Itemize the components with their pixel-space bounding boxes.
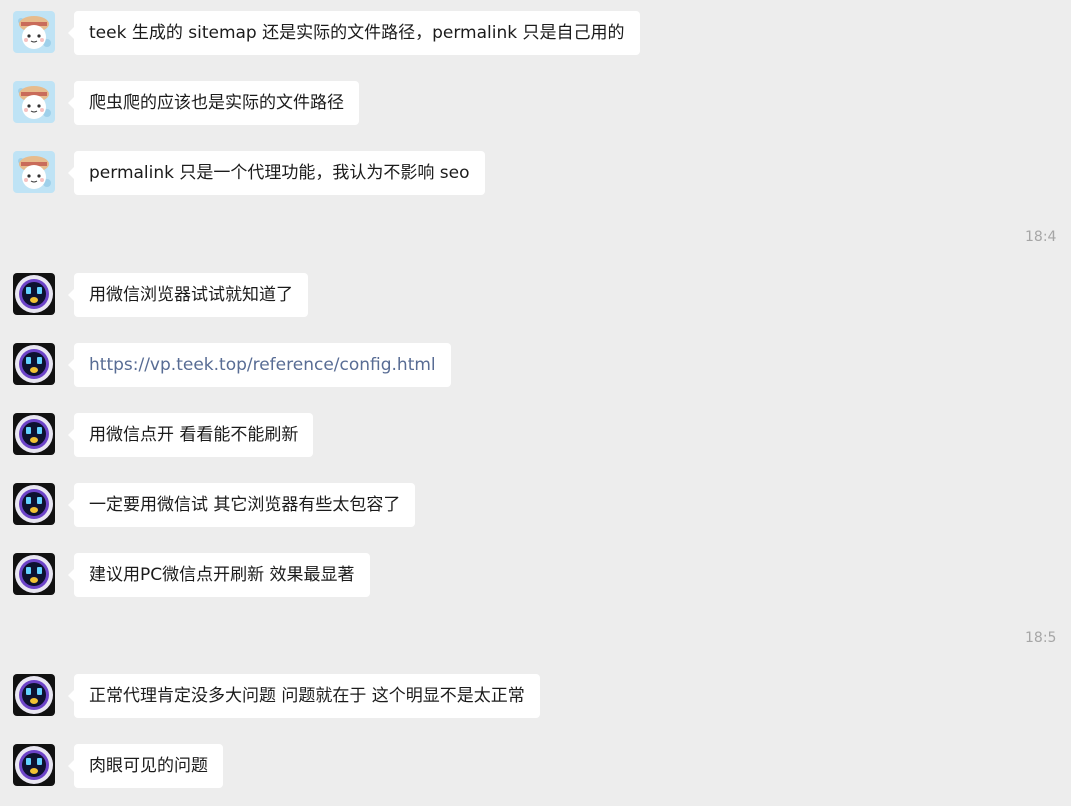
robot-avatar[interactable] xyxy=(13,273,55,315)
robot-avatar[interactable] xyxy=(13,413,55,455)
timestamp: 18:5 xyxy=(1025,630,1057,646)
robot-avatar[interactable] xyxy=(13,343,55,385)
cartoon-girl-avatar[interactable] xyxy=(13,151,55,193)
message-bubble[interactable]: 肉眼可见的问题 xyxy=(68,744,223,788)
robot-avatar[interactable] xyxy=(13,483,55,525)
robot-avatar[interactable] xyxy=(13,744,55,786)
message-bubble[interactable]: permalink 只是一个代理功能，我认为不影响 seo xyxy=(68,151,485,195)
message-bubble[interactable]: 正常代理肯定没多大问题 问题就在于 这个明显不是太正常 xyxy=(68,674,540,718)
chat-message-list[interactable]: teek 生成的 sitemap 还是实际的文件路径，permalink 只是自… xyxy=(0,0,1071,806)
message-bubble[interactable]: 用微信点开 看看能不能刷新 xyxy=(67,413,314,457)
message-bubble[interactable]: 一定要用微信试 其它浏览器有些太包容了 xyxy=(67,483,416,527)
message-link[interactable]: https://vp.teek.top/reference/config.htm… xyxy=(68,343,451,387)
cartoon-girl-avatar[interactable] xyxy=(13,81,55,123)
robot-avatar[interactable] xyxy=(13,674,55,716)
timestamp: 18:4 xyxy=(1025,229,1057,245)
robot-avatar[interactable] xyxy=(13,553,55,595)
message-bubble[interactable]: teek 生成的 sitemap 还是实际的文件路径，permalink 只是自… xyxy=(68,11,640,55)
message-bubble[interactable]: 用微信浏览器试试就知道了 xyxy=(68,273,308,317)
message-bubble[interactable]: 爬虫爬的应该也是实际的文件路径 xyxy=(68,81,359,125)
message-bubble[interactable]: 建议用PC微信点开刷新 效果最显著 xyxy=(68,553,370,597)
cartoon-girl-avatar[interactable] xyxy=(13,11,55,53)
